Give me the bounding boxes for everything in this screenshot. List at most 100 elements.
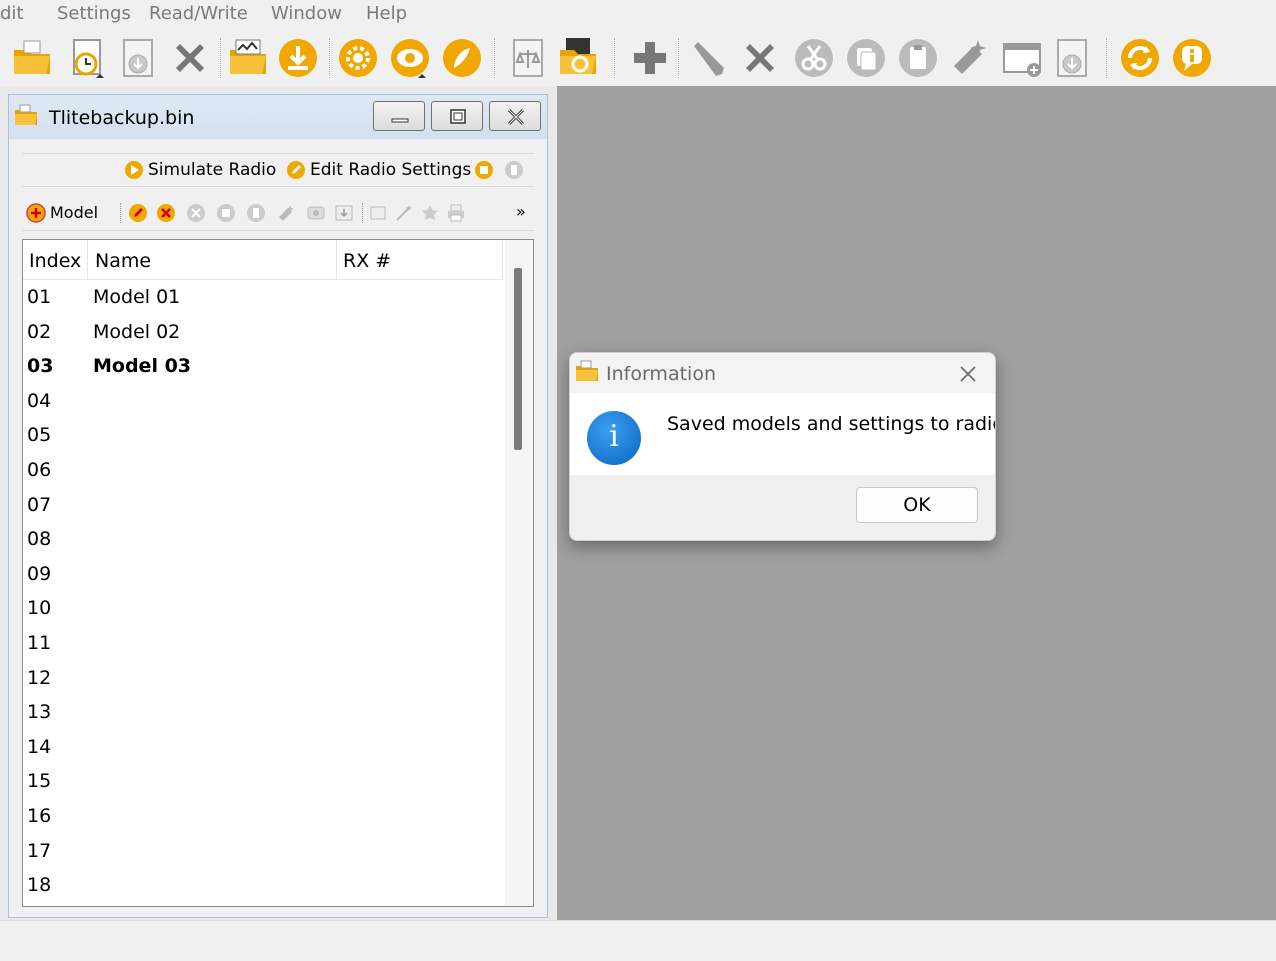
edit-pencil-icon [287, 161, 305, 179]
row-model-name: Model 01 [93, 286, 181, 308]
information-dialog: Information i Saved models and settings … [569, 352, 996, 541]
document-window: Tlitebackup.bin Simulate Radio Edit Radi… [8, 94, 548, 918]
column-header-rx[interactable]: RX # [343, 250, 391, 272]
recent-files-icon[interactable] [66, 36, 110, 80]
simulate-radio-button[interactable]: Simulate Radio [148, 160, 276, 180]
delete-icon[interactable] [738, 36, 782, 80]
add-model-button[interactable]: Model [50, 203, 98, 222]
column-header-index[interactable]: Index [29, 250, 81, 272]
profile-icon[interactable] [388, 36, 432, 80]
folder-icon [15, 104, 37, 125]
folder-icon [576, 360, 598, 381]
dialog-close-icon[interactable] [954, 361, 982, 387]
row-index: 08 [27, 528, 52, 551]
row-index: 13 [27, 701, 52, 724]
row-index: 17 [27, 839, 52, 862]
row-index: 12 [27, 666, 52, 689]
add-model-icon [26, 203, 46, 223]
table-row[interactable]: 06 [23, 453, 503, 487]
close-icon[interactable] [168, 36, 212, 80]
magic-wand-icon[interactable] [394, 203, 414, 223]
toolbar-overflow-button[interactable]: » [516, 202, 526, 221]
save-model-icon[interactable] [334, 203, 354, 223]
cut-model-icon[interactable] [186, 203, 206, 223]
row-index: 15 [27, 770, 52, 793]
restore-button[interactable] [431, 101, 483, 131]
document-window-titlebar[interactable]: Tlitebackup.bin [9, 95, 547, 139]
column-header-name[interactable]: Name [95, 250, 151, 272]
table-row[interactable]: 01 Model 01 [23, 280, 503, 314]
table-row[interactable]: 18 [23, 868, 503, 902]
menu-read-write[interactable]: Read/Write [149, 3, 248, 24]
table-row[interactable]: 08 [23, 522, 503, 556]
radio-actions-bar: Simulate Radio Edit Radio Settings [22, 153, 534, 187]
add-icon[interactable] [628, 36, 672, 80]
table-row[interactable]: 16 [23, 799, 503, 833]
favorite-icon[interactable] [420, 203, 440, 223]
open-folder-icon[interactable] [10, 36, 54, 80]
table-row[interactable]: 10 [23, 591, 503, 625]
vertical-scrollbar[interactable] [505, 240, 533, 906]
dialog-body: i Saved models and settings to radio [570, 393, 995, 475]
edit-model-icon[interactable] [128, 203, 148, 223]
row-index: 04 [27, 389, 52, 412]
table-row[interactable]: 03 Model 03 [23, 349, 503, 383]
add-window-icon[interactable] [1000, 36, 1044, 80]
wizard-model-icon[interactable] [276, 203, 296, 223]
row-index: 18 [27, 874, 52, 897]
table-row[interactable]: 09 [23, 557, 503, 591]
download-icon[interactable] [276, 36, 320, 80]
table-row[interactable]: 17 [23, 834, 503, 868]
model-list-header: Index Name RX # [23, 240, 503, 280]
model-toolbar: Model » [22, 195, 534, 231]
paste-icon[interactable] [896, 36, 940, 80]
table-row[interactable]: 12 [23, 661, 503, 695]
sdcard-sync-icon[interactable] [556, 36, 600, 80]
minimize-icon [391, 118, 409, 123]
menu-settings[interactable]: Settings [57, 3, 131, 24]
menu-help[interactable]: Help [366, 3, 407, 24]
wizard-icon[interactable] [948, 36, 992, 80]
template-model-icon[interactable] [306, 203, 326, 223]
menu-edit[interactable]: dit [0, 3, 23, 24]
table-row[interactable]: 05 [23, 418, 503, 452]
close-window-button[interactable] [489, 101, 541, 131]
scrollbar-thumb[interactable] [514, 268, 522, 450]
status-bar [0, 920, 1276, 961]
copy-radio-icon[interactable] [474, 160, 494, 180]
table-row[interactable]: 02 Model 02 [23, 315, 503, 349]
menu-window[interactable]: Window [271, 3, 342, 24]
table-row[interactable]: 04 [23, 384, 503, 418]
sync-icon[interactable] [1118, 36, 1162, 80]
table-row[interactable]: 15 [23, 764, 503, 798]
copy-icon[interactable] [844, 36, 888, 80]
open-logs-icon[interactable] [226, 36, 270, 80]
paste-model-icon[interactable] [246, 203, 266, 223]
play-icon [125, 161, 143, 179]
edit-radio-settings-button[interactable]: Edit Radio Settings [310, 160, 471, 180]
table-row[interactable]: 11 [23, 626, 503, 660]
ok-button[interactable]: OK [856, 487, 978, 523]
palette-icon[interactable] [440, 36, 484, 80]
delete-model-icon[interactable] [156, 203, 176, 223]
save-icon[interactable] [116, 36, 160, 80]
edit-icon[interactable] [686, 36, 730, 80]
row-index: 09 [27, 562, 52, 585]
menu-bar: dit Settings Read/Write Window Help [0, 0, 1276, 28]
table-row[interactable]: 13 [23, 695, 503, 729]
print-icon[interactable] [446, 203, 466, 223]
dialog-titlebar[interactable]: Information [570, 353, 995, 393]
row-index: 10 [27, 597, 52, 620]
compare-icon[interactable] [506, 36, 550, 80]
save-all-icon[interactable] [1050, 36, 1094, 80]
copy-model-icon[interactable] [216, 203, 236, 223]
table-row[interactable]: 07 [23, 488, 503, 522]
cut-icon[interactable] [792, 36, 836, 80]
paste-radio-icon[interactable] [504, 160, 524, 180]
row-index: 02 [27, 320, 52, 343]
new-doc-icon[interactable] [368, 203, 388, 223]
table-row[interactable]: 14 [23, 730, 503, 764]
info-icon[interactable] [1170, 36, 1214, 80]
minimize-button[interactable] [373, 101, 425, 131]
settings-icon[interactable] [336, 36, 380, 80]
